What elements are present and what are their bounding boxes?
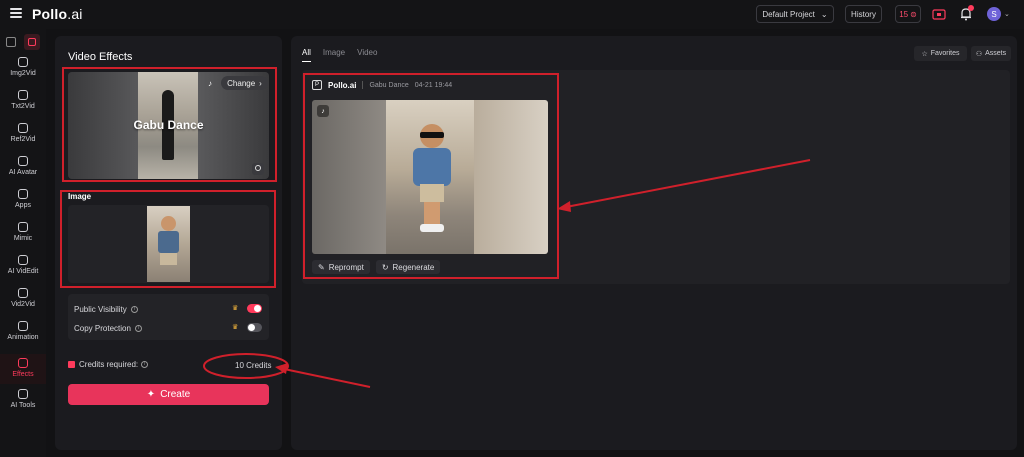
assets-button[interactable]: ⚇ Assets bbox=[971, 46, 1011, 61]
sidebar-item-label: Img2Vid bbox=[10, 70, 36, 77]
hamburger-menu-icon[interactable] bbox=[10, 8, 22, 18]
sidebar-item-ai-tools[interactable]: AI Tools bbox=[0, 389, 46, 419]
sidebar-item-mimic[interactable]: Mimic bbox=[0, 222, 46, 252]
info-icon[interactable]: i bbox=[134, 324, 142, 332]
tools-icon bbox=[18, 389, 28, 399]
image-mode-icon[interactable] bbox=[6, 37, 16, 47]
reference-to-video-icon bbox=[18, 123, 28, 133]
info-icon[interactable]: i bbox=[141, 360, 149, 368]
avatar-chevron-down-icon[interactable]: ⌄ bbox=[1004, 10, 1010, 18]
sidebar-item-label: AI Avatar bbox=[8, 169, 38, 176]
logo-suffix-text: .ai bbox=[67, 6, 83, 22]
annotation-box-image bbox=[60, 190, 276, 288]
credits-value: 10 Credits bbox=[235, 361, 272, 370]
mimic-icon bbox=[18, 222, 28, 232]
sidebar-item-label: Effects bbox=[12, 371, 34, 378]
favorites-button[interactable]: ☆ Favorites bbox=[914, 46, 967, 61]
history-button[interactable]: History bbox=[845, 5, 882, 23]
tab-all[interactable]: All bbox=[302, 48, 311, 62]
sidebar-item-label: Mimic bbox=[13, 235, 33, 242]
sidebar-item-label: Vid2Vid bbox=[11, 301, 35, 308]
options-box: Public Visibility i ♛ Copy Protection i … bbox=[68, 294, 269, 340]
gift-icon[interactable] bbox=[932, 8, 946, 20]
sidebar-item-label: Ref2Vid bbox=[10, 136, 36, 143]
annotation-box-effect bbox=[62, 67, 277, 182]
avatar-initial: S bbox=[991, 9, 997, 19]
people-icon: ⚇ bbox=[975, 50, 983, 58]
sidebar-item-label: Animation bbox=[7, 334, 39, 341]
create-button[interactable]: ✦ Create bbox=[68, 384, 269, 405]
notification-dot bbox=[968, 5, 974, 11]
sidebar-item-ai-avatar[interactable]: AI Avatar bbox=[0, 156, 46, 186]
user-avatar[interactable]: S bbox=[987, 7, 1001, 21]
sidebar-item-apps[interactable]: Apps bbox=[0, 189, 46, 219]
premium-crown-icon: ♛ bbox=[232, 324, 239, 331]
sidebar-item-animation[interactable]: Animation bbox=[0, 321, 46, 351]
public-visibility-row: Public Visibility i ♛ bbox=[74, 301, 264, 317]
history-label: History bbox=[851, 9, 876, 19]
sidebar-item-vid2vid[interactable]: Vid2Vid bbox=[0, 288, 46, 318]
public-visibility-toggle[interactable] bbox=[247, 304, 262, 313]
tab-video[interactable]: Video bbox=[357, 48, 377, 62]
credit-coin-icon: ⊜ bbox=[910, 9, 917, 19]
credits-stack-icon bbox=[68, 360, 75, 368]
panel-title: Video Effects bbox=[68, 51, 133, 63]
effects-icon bbox=[18, 358, 28, 368]
video-mode-icon[interactable] bbox=[24, 34, 40, 50]
sidebar-item-txt2vid[interactable]: Txt2Vid bbox=[0, 90, 46, 120]
sparkle-icon: ✦ bbox=[146, 389, 156, 400]
text-to-video-icon bbox=[18, 90, 28, 100]
top-bar: Pollo.ai Default Project ⌄ History 15 ⊜ … bbox=[0, 0, 1024, 29]
credits-required-label: Credits required: bbox=[79, 359, 139, 369]
sidebar-item-ai-videdit[interactable]: AI VidEdit bbox=[0, 255, 46, 285]
animation-icon bbox=[18, 321, 28, 331]
sidebar-item-img2vid[interactable]: Img2Vid bbox=[0, 57, 46, 87]
logo-main-text: Pollo bbox=[32, 6, 68, 22]
sidebar-item-label: AI VidEdit bbox=[7, 268, 39, 275]
create-label: Create bbox=[160, 389, 191, 400]
video-to-video-icon bbox=[18, 288, 28, 298]
tab-image[interactable]: Image bbox=[323, 48, 345, 62]
sidebar-item-label: Apps bbox=[15, 202, 31, 209]
sidebar-item-effects[interactable]: Effects bbox=[0, 354, 46, 384]
apps-icon bbox=[18, 189, 28, 199]
sidebar: Img2Vid Txt2Vid Ref2Vid AI Avatar Apps M… bbox=[0, 29, 46, 457]
copy-protection-label: Copy Protection bbox=[74, 323, 131, 333]
sidebar-mode-switch bbox=[0, 32, 46, 52]
annotation-box-result bbox=[303, 73, 559, 279]
result-tabs: All Image Video bbox=[302, 48, 377, 62]
sidebar-item-ref2vid[interactable]: Ref2Vid bbox=[0, 123, 46, 153]
copy-protection-row: Copy Protection i ♛ bbox=[74, 320, 264, 336]
video-edit-icon bbox=[18, 255, 28, 265]
credits-count: 15 bbox=[899, 9, 909, 19]
public-visibility-label: Public Visibility bbox=[74, 304, 127, 314]
sidebar-item-label: Txt2Vid bbox=[11, 103, 35, 110]
premium-crown-icon: ♛ bbox=[232, 305, 239, 312]
app-logo[interactable]: Pollo.ai bbox=[32, 6, 83, 22]
project-select[interactable]: Default Project ⌄ bbox=[756, 5, 834, 23]
info-icon[interactable]: i bbox=[130, 305, 138, 313]
star-icon: ☆ bbox=[921, 50, 928, 58]
copy-protection-toggle[interactable] bbox=[247, 323, 262, 332]
project-select-value: Default Project bbox=[762, 9, 815, 19]
image-to-video-icon bbox=[18, 57, 28, 67]
avatar-icon bbox=[18, 156, 28, 166]
assets-label: Assets bbox=[985, 50, 1007, 57]
favorites-label: Favorites bbox=[930, 50, 960, 57]
chevron-down-icon: ⌄ bbox=[820, 9, 828, 19]
credits-badge[interactable]: 15 ⊜ bbox=[895, 5, 921, 23]
sidebar-item-label: AI Tools bbox=[10, 402, 36, 409]
